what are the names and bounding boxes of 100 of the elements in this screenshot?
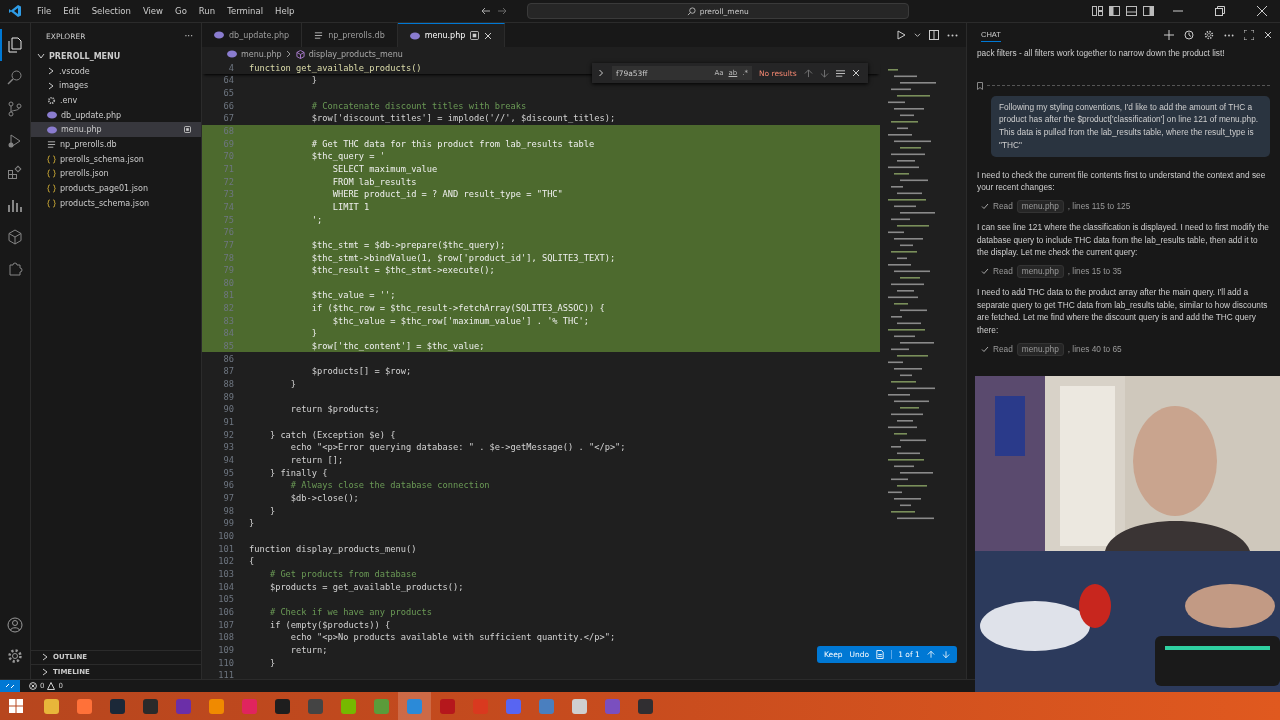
file-name[interactable]: products_schema.json — [60, 198, 191, 208]
account-icon[interactable] — [7, 617, 23, 633]
app-icon[interactable] — [572, 698, 587, 714]
history-icon[interactable] — [1184, 30, 1194, 40]
layout-icon[interactable] — [1092, 6, 1103, 16]
forward-arrow-icon[interactable] — [496, 6, 507, 16]
file-chip[interactable]: menu.php — [1016, 199, 1064, 213]
menu-item[interactable]: Selection — [88, 6, 134, 16]
chevron-icon[interactable] — [37, 52, 45, 61]
app-icon[interactable] — [275, 698, 290, 714]
back-arrow-icon[interactable] — [480, 6, 491, 16]
file-name[interactable]: menu.php — [61, 125, 180, 135]
line-number: 65 — [222, 88, 235, 98]
line-number: 4 — [227, 62, 235, 73]
file-name[interactable]: products_page01.json — [60, 184, 191, 194]
file-name[interactable]: prerolls_schema.json — [60, 154, 191, 164]
editor-tab[interactable]: np_prerolls.db — [302, 23, 398, 47]
line-number: 66 — [222, 100, 235, 111]
search-icon — [686, 6, 696, 16]
secondary-sidebar-toggle-icon[interactable] — [1143, 6, 1154, 16]
more-icon[interactable] — [1224, 33, 1234, 37]
line-number: 99 — [222, 518, 235, 529]
line-number: 107 — [217, 619, 235, 630]
line-number: 77 — [222, 239, 235, 250]
line-number: 92 — [222, 429, 235, 440]
up-arrow-icon[interactable] — [803, 68, 813, 78]
down-arrow-icon[interactable] — [819, 68, 829, 78]
line-number: 80 — [222, 277, 235, 288]
editor-tab[interactable]: menu.php — [397, 23, 506, 47]
menu-item[interactable]: View — [139, 6, 167, 16]
user-message: Following my styling conventions, I'd like to add the amount of THC a product has after the $product['classification'] on line 121 of menu.php. This data is pulled from the lab_results table, where the result_type is "THC" — [991, 95, 1270, 157]
app-icon[interactable] — [638, 698, 653, 714]
file-name[interactable]: images — [59, 81, 191, 91]
code-line: FROM lab_results — [331, 176, 417, 187]
menu-item[interactable]: Edit — [60, 6, 83, 16]
document-icon[interactable] — [876, 650, 885, 659]
tab-label[interactable]: np_prerolls.db — [328, 30, 385, 40]
app-icon[interactable] — [110, 698, 125, 714]
line-number: 75 — [222, 214, 235, 225]
file-name[interactable]: prerolls.json — [60, 169, 191, 179]
app-icon[interactable] — [143, 698, 158, 714]
menu-item[interactable]: Help — [272, 6, 298, 16]
restore-icon[interactable] — [1215, 6, 1225, 16]
chevron-icon[interactable] — [47, 81, 55, 90]
file-name[interactable]: .env — [60, 95, 191, 105]
maximize-icon[interactable] — [1244, 30, 1254, 40]
bookmark-icon[interactable] — [977, 81, 983, 90]
file-chip[interactable]: menu.php — [1016, 342, 1064, 356]
start-icon[interactable] — [9, 699, 23, 713]
settings-icon[interactable] — [7, 648, 23, 664]
breadcrumb-item[interactable]: menu.php — [241, 49, 282, 59]
close-icon[interactable] — [851, 69, 860, 77]
close-icon[interactable] — [484, 31, 493, 40]
line-range-text: , lines 115 to 125 — [1067, 200, 1131, 213]
file-chip[interactable]: menu.php — [1016, 265, 1064, 279]
editor-tab[interactable]: db_update.php — [202, 23, 303, 47]
app-icon[interactable] — [44, 698, 59, 714]
file-name[interactable]: .vscode — [59, 66, 191, 76]
menu-item[interactable]: Terminal — [224, 6, 267, 16]
line-number: 68 — [222, 125, 235, 136]
more-icon[interactable] — [947, 33, 958, 37]
line-number: 76 — [222, 227, 235, 238]
sidebar-toggle-icon[interactable] — [1109, 6, 1120, 16]
tree-item[interactable]: PREROLL_MENU — [31, 49, 201, 64]
chevron-icon[interactable] — [47, 67, 55, 76]
split-editor-icon[interactable] — [929, 30, 939, 40]
chevron-icon[interactable] — [41, 668, 49, 677]
caret-icon[interactable] — [914, 31, 921, 39]
tab-label[interactable]: db_update.php — [229, 30, 290, 40]
breadcrumb-item[interactable]: display_products_menu — [308, 49, 403, 59]
line-number: 78 — [222, 252, 235, 263]
chevron-icon[interactable] — [41, 653, 49, 662]
more-actions-button[interactable]: ··· — [184, 31, 193, 41]
code-editor-logo-icon — [8, 4, 22, 18]
close-icon[interactable] — [1257, 6, 1267, 16]
remote-icon[interactable] — [0, 680, 20, 692]
menu-item[interactable]: Go — [172, 6, 190, 16]
settings-icon[interactable] — [1204, 30, 1214, 40]
tab-label[interactable]: menu.php — [424, 31, 466, 40]
file-name[interactable]: db_update.php — [61, 110, 191, 120]
list-icon[interactable] — [835, 68, 845, 78]
line-number: 101 — [217, 543, 235, 554]
plus-icon[interactable] — [1164, 30, 1174, 40]
panel-toggle-icon[interactable] — [1126, 6, 1137, 16]
menu-item[interactable]: File — [34, 6, 55, 16]
close-icon[interactable] — [1264, 31, 1272, 39]
line-number: 64 — [222, 75, 235, 86]
braces-icon — [47, 154, 56, 164]
menu-item[interactable]: Run — [195, 6, 219, 16]
code-line: return; — [289, 644, 328, 655]
selected-tree-row[interactable]: menu.php — [31, 122, 201, 138]
app-icon[interactable] — [209, 698, 224, 714]
run-icon[interactable] — [896, 30, 906, 40]
php-file-icon — [409, 31, 420, 40]
app-icon[interactable] — [341, 698, 356, 714]
chat-message: I need to check the current file contents first to understand the context and see your recent changes: — [977, 168, 1267, 194]
line-number: 89 — [222, 391, 235, 402]
lines-icon — [314, 30, 324, 40]
file-name[interactable]: np_prerolls.db — [60, 139, 191, 149]
code-line: { — [249, 556, 255, 567]
